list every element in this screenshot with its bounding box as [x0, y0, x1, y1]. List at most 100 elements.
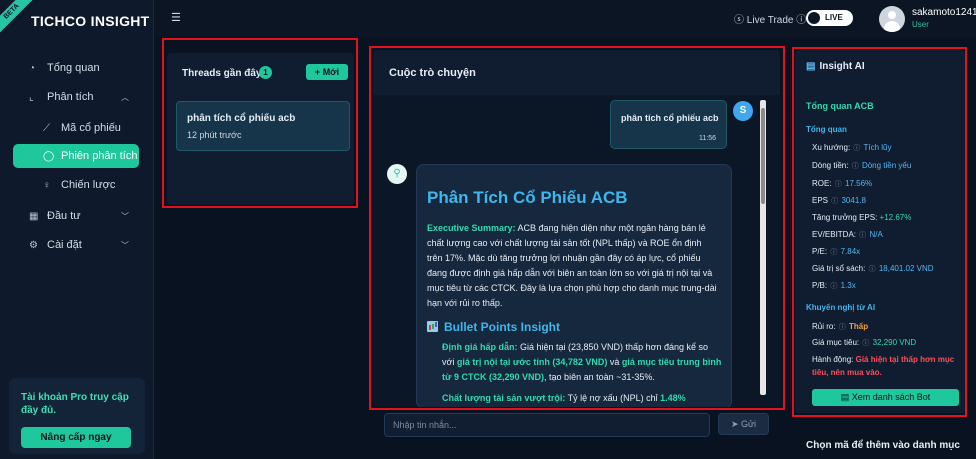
- new-thread-label: Mới: [322, 67, 340, 77]
- sidebar-item-label: Phiên phân tích: [61, 150, 138, 162]
- grid-icon: ▦: [29, 210, 39, 222]
- row-label: Giá mục tiêu:: [812, 338, 860, 347]
- sidebar-item-ma-co-phieu[interactable]: ⟋ Mã cổ phiếu: [13, 116, 139, 140]
- avatar-body: [884, 21, 900, 32]
- thread-time: 12 phút trước: [187, 130, 242, 140]
- view-bot-list-label: Xem danh sách Bot: [851, 392, 931, 402]
- row-value: +12.67%: [879, 213, 912, 222]
- pro-upgrade-text: Tài khoản Pro truy cập đầy đủ.: [21, 392, 129, 416]
- insight-title: ▤ Insight AI: [806, 61, 865, 72]
- help-icon: ⓘ: [830, 283, 838, 290]
- insight-title-text: Insight AI: [819, 61, 865, 72]
- bullet-valuation: Định giá hấp dẫn: Giá hiện tại (23,850 V…: [442, 340, 722, 385]
- sidebar-item-label: Cài đặt: [47, 239, 82, 251]
- menu-collapse-icon[interactable]: ☰: [171, 11, 181, 24]
- send-button[interactable]: ➤ Gửi: [718, 413, 769, 435]
- row-value: 18,401.02 VND: [878, 264, 934, 273]
- chat-messages[interactable]: phân tích cổ phiếu acb 11:56 S ⚲ Phân Tí…: [373, 95, 780, 407]
- bullet-text: Tỷ lệ nợ xấu (NPL) chỉ: [565, 393, 661, 403]
- threads-panel: Threads gần đây 1 + Mới phân tích cổ phi…: [167, 53, 354, 205]
- row-action: Hành động: Giá hiện tại thấp hơn mục tiê…: [812, 353, 962, 379]
- row-value: 32,290 VND: [872, 338, 917, 347]
- bullet-asset-label: Chất lượng tài sản vượt trội:: [442, 393, 566, 403]
- sidebar-item-label: Đầu tư: [47, 210, 81, 222]
- threads-title: Threads gần đây: [182, 68, 262, 79]
- chevron-down-icon: ﹀: [121, 240, 129, 250]
- row-risk: Rủi ro: ⓘ Thấp: [812, 322, 868, 332]
- live-trade-label: ⓢ Live Trade ⓘ: [734, 11, 806, 26]
- row-label: Xu hướng:: [812, 143, 851, 152]
- help-icon: ⓘ: [851, 163, 859, 170]
- bot-message-heading: Phân Tích Cổ Phiếu ACB: [427, 188, 628, 207]
- user-name[interactable]: sakamoto12416: [912, 7, 976, 18]
- thread-item[interactable]: phân tích cổ phiếu acb 12 phút trước: [176, 101, 350, 151]
- row-label: Dòng tiền:: [812, 161, 849, 170]
- user-message: phân tích cổ phiếu acb 11:56: [610, 100, 727, 149]
- live-trade-toggle[interactable]: LIVE: [806, 10, 853, 26]
- summary-label: Tổng quan: [806, 125, 847, 134]
- help-icon: ⓘ: [859, 232, 867, 239]
- sidebar-item-phan-tich[interactable]: ⌞ Phân tích ︿: [13, 85, 139, 109]
- sidebar-item-label: Phân tích: [47, 91, 94, 103]
- chat-panel: Cuộc trò chuyện phân tích cổ phiếu acb 1…: [373, 50, 780, 407]
- sidebar-item-tong-quan[interactable]: ◔ Tổng quan: [13, 56, 139, 80]
- bullet-text: và: [607, 357, 622, 367]
- scrollbar-thumb[interactable]: [761, 108, 765, 204]
- row-book-value: Giá trị sổ sách: ⓘ 18,401.02 VND: [812, 264, 934, 274]
- row-trend: Xu hướng: ⓘ Tích lũy: [812, 143, 892, 153]
- message-input[interactable]: Nhập tin nhắn...: [384, 413, 710, 437]
- chat-scrollbar[interactable]: [760, 100, 766, 395]
- row-label: EV/EBITDA:: [812, 230, 857, 239]
- sidebar-item-chien-luoc[interactable]: ♀ Chiến lược: [13, 173, 139, 197]
- user-role: User: [912, 20, 929, 29]
- sidebar-item-label: Chiến lược: [61, 179, 116, 191]
- bot-message: Phân Tích Cổ Phiếu ACB Executive Summary…: [416, 164, 732, 407]
- sidebar-item-phien-phan-tich[interactable]: ◯ Phiên phân tích: [13, 144, 139, 168]
- help-icon: ⓘ: [834, 181, 842, 188]
- toggle-knob: [808, 12, 820, 24]
- row-label: EPS: [812, 196, 829, 205]
- brand[interactable]: BETA TICHCO INSIGHT: [0, 0, 154, 42]
- sidebar-item-dau-tu[interactable]: ▦ Đầu tư ﹀: [13, 204, 139, 228]
- send-label: Gửi: [741, 419, 757, 429]
- document-icon: ▤: [806, 61, 816, 72]
- chat-title: Cuộc trò chuyện: [389, 67, 476, 79]
- row-label: Tăng trưởng EPS:: [812, 213, 878, 222]
- help-icon: ⓘ: [838, 324, 846, 331]
- help-icon: ⓘ: [831, 198, 839, 205]
- row-cashflow: Dòng tiền: ⓘ Dòng tiền yếu: [812, 161, 911, 171]
- row-value: 7.84x: [840, 247, 861, 256]
- bullet-points-heading: Bullet Points Insight: [427, 320, 560, 334]
- chevron-down-icon: ﹀: [121, 211, 129, 221]
- user-avatar[interactable]: [879, 6, 905, 32]
- toggle-label: LIVE: [825, 13, 843, 22]
- row-pe: P/E: ⓘ 7.84x: [812, 247, 860, 257]
- sidebar: BETA TICHCO INSIGHT ◔ Tổng quan ⌞ Phân t…: [0, 0, 154, 459]
- row-ev-ebitda: EV/EBITDA: ⓘ N/A: [812, 230, 883, 240]
- chevron-up-icon: ︿: [121, 92, 129, 102]
- overview-title: Tổng quan ACB: [806, 101, 874, 111]
- chart-icon: ⌞: [29, 91, 34, 103]
- view-bot-list-button[interactable]: ▤ Xem danh sách Bot: [812, 389, 959, 406]
- help-icon: ⓘ: [868, 266, 876, 273]
- row-value: 3041.8: [841, 196, 866, 205]
- executive-summary-label: Executive Summary:: [427, 223, 516, 233]
- upgrade-button[interactable]: Nâng cấp ngay: [21, 427, 131, 448]
- row-eps: EPS ⓘ 3041.8: [812, 196, 866, 206]
- row-value: Thấp: [849, 322, 869, 331]
- gear-icon: ⚙: [29, 239, 38, 251]
- bullet-asset-quality: Chất lượng tài sản vượt trội: Tỷ lệ nợ x…: [442, 391, 722, 406]
- user-message-text: phân tích cổ phiếu acb: [621, 113, 719, 123]
- sidebar-item-cai-dat[interactable]: ⚙ Cài đặt ﹀: [13, 233, 139, 257]
- beta-badge: BETA: [0, 0, 35, 35]
- row-value: Tích lũy: [863, 143, 892, 152]
- new-thread-button[interactable]: + Mới: [306, 64, 348, 80]
- row-value: 17.56%: [845, 179, 873, 188]
- row-roe: ROE: ⓘ 17.56%: [812, 179, 872, 189]
- info-icon: ⓘ: [796, 15, 807, 26]
- row-label: P/B:: [812, 281, 828, 290]
- help-icon: ⓘ: [853, 145, 861, 152]
- topbar: ☰ ⓢ Live Trade ⓘ LIVE sakamoto12416 User: [154, 0, 976, 37]
- bullet-highlight: 1.48%: [660, 393, 686, 403]
- row-label: Hành động:: [812, 355, 854, 364]
